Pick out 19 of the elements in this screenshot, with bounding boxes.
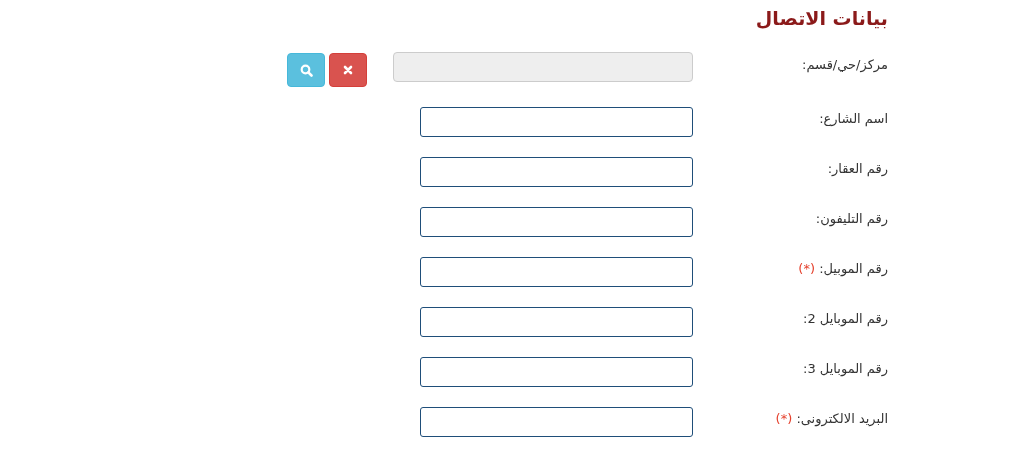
field-label: رقم العقار:	[826, 160, 888, 176]
field-label: رقم التليفون:	[814, 210, 888, 226]
section-title: بيانات الاتصال	[754, 6, 888, 31]
input-field[interactable]	[420, 107, 693, 137]
input-field[interactable]	[420, 257, 693, 287]
input-field[interactable]	[420, 157, 693, 187]
search-icon	[299, 63, 313, 77]
field-label: اسم الشارع:	[818, 110, 888, 126]
close-icon	[343, 65, 353, 75]
field-label: البريد الالكترونى: (*)	[774, 410, 888, 426]
input-field[interactable]	[420, 207, 693, 237]
field-label: رقم الموبايل 3:	[802, 360, 888, 376]
field-label: مركز/حي/قسم:	[801, 56, 888, 72]
input-field[interactable]	[420, 307, 693, 337]
input-field[interactable]	[420, 407, 693, 437]
input-field[interactable]	[420, 357, 693, 387]
field-label: رقم الموبيل: (*)	[797, 260, 888, 276]
clear-button[interactable]	[329, 53, 367, 87]
field-label: رقم الموبايل 2:	[802, 310, 888, 326]
